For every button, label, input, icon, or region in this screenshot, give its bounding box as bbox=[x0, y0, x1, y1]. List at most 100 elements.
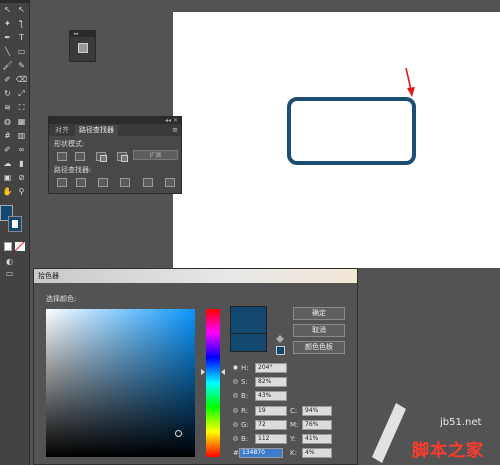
pathfinder-panel-bar[interactable]: ◂◂ ✕ bbox=[49, 117, 181, 124]
out-of-gamut-icon[interactable] bbox=[276, 335, 284, 343]
tool-row: ╲ ▭ bbox=[0, 46, 30, 58]
tab-align[interactable]: 对齐 bbox=[51, 125, 73, 136]
mesh-tool-icon[interactable]: # bbox=[1, 130, 14, 142]
eyedropper-tool-icon[interactable]: ✐ bbox=[1, 144, 14, 156]
screen-mode-icon[interactable]: ▭ bbox=[3, 268, 16, 280]
color-mode-swatch[interactable] bbox=[4, 242, 12, 251]
black-input[interactable]: 4% bbox=[302, 448, 332, 458]
ok-button[interactable]: 确定 bbox=[293, 307, 345, 320]
selection-tool-icon[interactable]: ↖ bbox=[1, 4, 14, 16]
brightness-row[interactable]: B: 43% bbox=[233, 391, 293, 401]
tools-panel-grip[interactable] bbox=[0, 0, 29, 3]
red-input[interactable]: 19 bbox=[255, 406, 287, 416]
zoom-tool-icon[interactable]: ⚲ bbox=[15, 186, 28, 198]
fill-stroke-control[interactable] bbox=[0, 202, 30, 238]
rounded-rectangle-shape[interactable] bbox=[287, 97, 416, 165]
hue-input[interactable]: 204° bbox=[255, 363, 287, 373]
artboard-tool-icon[interactable]: ▣ bbox=[1, 172, 14, 184]
hex-input[interactable]: 134870 bbox=[239, 448, 283, 458]
hex-row[interactable]: # 134870 bbox=[233, 448, 293, 458]
divide-button[interactable] bbox=[57, 178, 67, 187]
magenta-row[interactable]: M: 76% bbox=[290, 420, 340, 430]
draw-mode-icon[interactable]: ◐ bbox=[3, 256, 16, 268]
saturation-radio[interactable] bbox=[233, 379, 238, 384]
pathfinders-label: 路径查找器: bbox=[54, 166, 92, 174]
symbol-sprayer-tool-icon[interactable]: ☁ bbox=[1, 158, 14, 170]
hue-slider-right-marker[interactable] bbox=[221, 369, 225, 375]
blob-brush-tool-icon[interactable]: ✐ bbox=[1, 74, 14, 86]
collapsed-panel-bar[interactable]: ◂◂ bbox=[70, 31, 95, 37]
green-radio[interactable] bbox=[233, 422, 238, 427]
red-arrow-annotation bbox=[405, 67, 415, 97]
width-tool-icon[interactable]: ≋ bbox=[1, 102, 14, 114]
yellow-input[interactable]: 41% bbox=[302, 434, 332, 444]
outline-button[interactable] bbox=[143, 178, 153, 187]
rectangle-tool-icon[interactable]: ▭ bbox=[15, 46, 28, 58]
brightness-input[interactable]: 43% bbox=[255, 391, 287, 401]
free-transform-tool-icon[interactable]: ⛶ bbox=[15, 102, 28, 114]
rotate-tool-icon[interactable]: ↻ bbox=[1, 88, 14, 100]
green-input[interactable]: 72 bbox=[255, 420, 287, 430]
saturation-brightness-field[interactable] bbox=[46, 309, 195, 457]
column-graph-tool-icon[interactable]: ▮ bbox=[15, 158, 28, 170]
direct-selection-tool-icon[interactable]: ↖ bbox=[15, 4, 28, 16]
intersect-button[interactable] bbox=[96, 152, 107, 162]
blue-row[interactable]: B: 112 bbox=[233, 434, 293, 444]
tool-row: ✦ ƪ bbox=[0, 18, 30, 30]
pen-tool-icon[interactable]: ✒ bbox=[1, 32, 14, 44]
tool-row: ▣ ⊘ bbox=[0, 172, 30, 184]
exclude-button[interactable] bbox=[117, 152, 128, 162]
merge-button[interactable] bbox=[98, 178, 108, 187]
shape-builder-tool-icon[interactable]: ◍ bbox=[1, 116, 14, 128]
cancel-button[interactable]: 取消 bbox=[293, 324, 345, 337]
select-color-label: 选择颜色: bbox=[46, 295, 77, 303]
expand-button[interactable]: 扩展 bbox=[133, 150, 178, 160]
yellow-row[interactable]: Y: 41% bbox=[290, 434, 340, 444]
trim-button[interactable] bbox=[76, 178, 86, 187]
perspective-grid-tool-icon[interactable]: ▦ bbox=[15, 116, 28, 128]
line-tool-icon[interactable]: ╲ bbox=[1, 46, 14, 58]
hue-slider[interactable] bbox=[206, 309, 220, 457]
brightness-radio[interactable] bbox=[233, 393, 238, 398]
crop-button[interactable] bbox=[120, 178, 130, 187]
scale-tool-icon[interactable]: ⤢ bbox=[15, 88, 28, 100]
hue-row[interactable]: H: 204° bbox=[233, 363, 293, 373]
panel-menu-icon[interactable]: ≡ bbox=[172, 126, 178, 134]
none-swatch[interactable] bbox=[15, 242, 25, 251]
tab-pathfinder[interactable]: 路径查找器 bbox=[75, 125, 118, 136]
hand-tool-icon[interactable]: ✋ bbox=[1, 186, 14, 198]
magenta-label: M: bbox=[290, 421, 299, 429]
saturation-row[interactable]: S: 82% bbox=[233, 377, 293, 387]
original-color-preview[interactable] bbox=[230, 334, 267, 352]
red-row[interactable]: R: 19 bbox=[233, 406, 293, 416]
hue-slider-left-marker[interactable] bbox=[201, 369, 205, 375]
saturation-input[interactable]: 82% bbox=[255, 377, 287, 387]
collapsed-panel[interactable]: ◂◂ bbox=[69, 30, 96, 62]
blue-radio[interactable] bbox=[233, 436, 238, 441]
unite-button[interactable] bbox=[57, 152, 67, 161]
green-row[interactable]: G: 72 bbox=[233, 420, 293, 430]
paintbrush-tool-icon[interactable]: 🖌 bbox=[1, 60, 14, 72]
minus-front-button[interactable] bbox=[75, 152, 85, 161]
red-radio[interactable] bbox=[233, 408, 238, 413]
slice-tool-icon[interactable]: ⊘ bbox=[15, 172, 28, 184]
lasso-tool-icon[interactable]: ƪ bbox=[15, 18, 28, 30]
web-safe-swatch-icon[interactable] bbox=[276, 346, 285, 355]
black-row[interactable]: K: 4% bbox=[290, 448, 340, 458]
blend-tool-icon[interactable]: ∞ bbox=[15, 144, 28, 156]
magic-wand-tool-icon[interactable]: ✦ bbox=[1, 18, 14, 30]
blue-input[interactable]: 112 bbox=[255, 434, 287, 444]
pencil-tool-icon[interactable]: ✎ bbox=[15, 60, 28, 72]
minus-back-button[interactable] bbox=[165, 178, 175, 187]
hue-radio[interactable] bbox=[233, 365, 238, 370]
cyan-input[interactable]: 94% bbox=[302, 406, 332, 416]
color-field-cursor[interactable] bbox=[175, 430, 182, 437]
color-swatches-button[interactable]: 颜色色板 bbox=[293, 341, 345, 354]
panel-icon[interactable] bbox=[78, 43, 88, 53]
stroke-swatch[interactable] bbox=[8, 216, 22, 232]
gradient-tool-icon[interactable]: ▥ bbox=[15, 130, 28, 142]
type-tool-icon[interactable]: T bbox=[15, 32, 28, 44]
eraser-tool-icon[interactable]: ⌫ bbox=[15, 74, 28, 86]
cyan-row[interactable]: C: 94% bbox=[290, 406, 340, 416]
magenta-input[interactable]: 76% bbox=[302, 420, 332, 430]
